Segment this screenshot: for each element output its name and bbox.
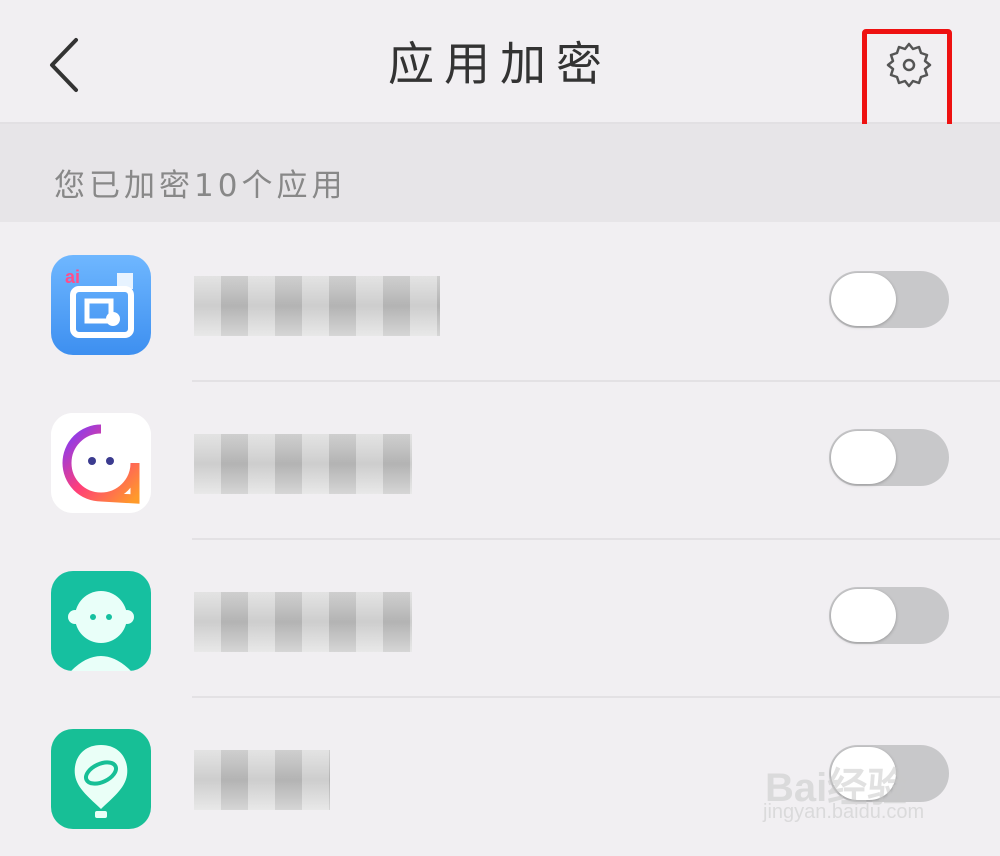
app-header: 应用加密 <box>0 0 1000 124</box>
toggle-knob <box>831 431 896 484</box>
toggle-knob <box>831 273 896 326</box>
encrypt-toggle[interactable] <box>829 429 949 486</box>
taobao-app-icon: ai <box>51 255 151 355</box>
app-name-blurred <box>194 592 412 652</box>
encrypt-toggle[interactable] <box>829 271 949 328</box>
baidu-watermark: Bai经验 jingyan.baidu.com <box>755 735 990 830</box>
chat-bubble-app-icon <box>51 413 151 513</box>
app-row[interactable] <box>0 540 1000 698</box>
app-name-blurred <box>194 276 440 336</box>
balloon-app-icon <box>51 729 151 829</box>
page-title: 应用加密 <box>388 37 612 91</box>
app-name-blurred <box>194 434 412 494</box>
app-row[interactable] <box>0 382 1000 540</box>
encrypt-toggle[interactable] <box>829 587 949 644</box>
encrypted-summary: 您已加密10个应用 <box>0 124 1000 222</box>
watermark-url: jingyan.baidu.com <box>763 801 925 823</box>
summary-text: 您已加密10个应用 <box>54 168 347 204</box>
svg-text:ai: ai <box>65 267 80 287</box>
kid-face-app-icon <box>51 571 151 671</box>
app-row[interactable]: ai <box>0 224 1000 382</box>
app-name-blurred <box>194 750 330 810</box>
toggle-knob <box>831 589 896 642</box>
